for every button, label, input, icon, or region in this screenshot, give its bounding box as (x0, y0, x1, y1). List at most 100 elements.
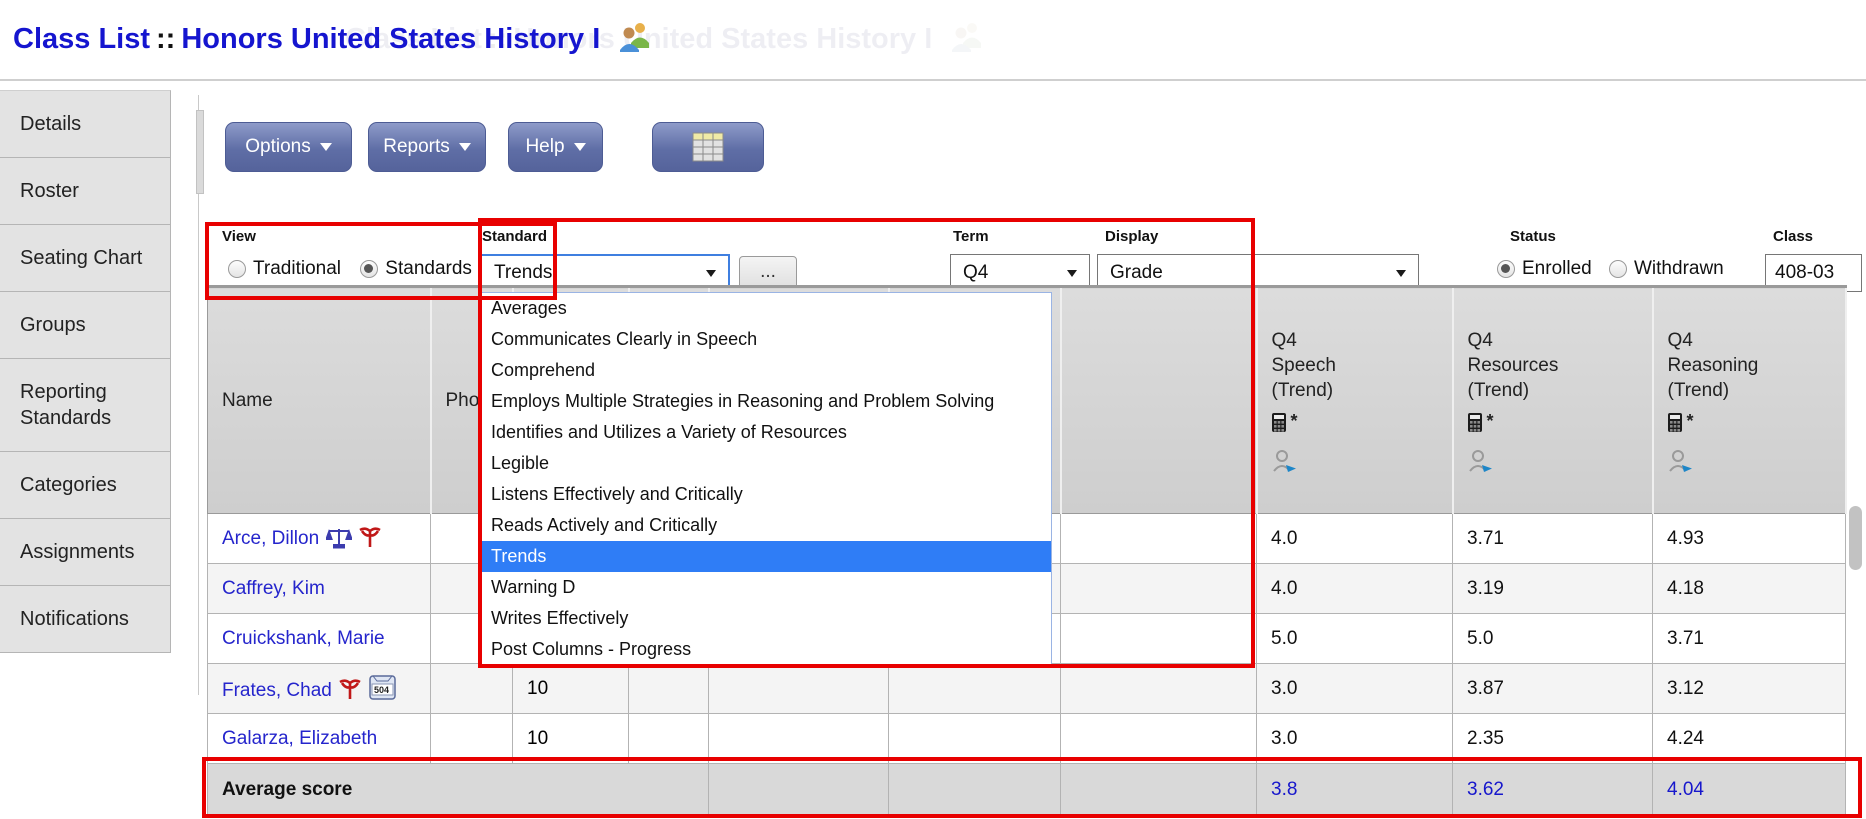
column-header-q4-reasoning[interactable]: Q4 Reasoning (Trend) * (1653, 287, 1846, 514)
speech-score-cell[interactable]: 5.0 (1257, 614, 1453, 664)
panel-scrollbar[interactable] (196, 110, 204, 194)
reasoning-score-cell[interactable]: 4.93 (1653, 514, 1846, 564)
speech-score-cell[interactable]: 3.0 (1257, 714, 1453, 764)
student-link[interactable]: Caffrey, Kim (222, 578, 325, 599)
calculated-asterisk: * (1487, 411, 1494, 431)
status-label: Status (1510, 228, 1556, 245)
speech-score-cell[interactable]: 4.0 (1257, 514, 1453, 564)
help-button[interactable]: Help (508, 122, 603, 172)
sidebar-item-details[interactable]: Details (0, 90, 171, 158)
calculator-icon (1668, 413, 1684, 433)
student-alert-icons (319, 528, 381, 549)
column-header-name[interactable]: Name (208, 287, 431, 514)
resources-score-cell[interactable]: 3.19 (1453, 564, 1653, 614)
header-line: Speech (1272, 353, 1452, 378)
calculator-icon (1468, 413, 1484, 433)
chevron-down-icon (459, 143, 471, 151)
scales-icon[interactable] (326, 527, 352, 549)
dropdown-option[interactable]: Warning D (482, 572, 1051, 603)
medical-alert-icon[interactable] (359, 527, 381, 549)
header-line: Resources (1468, 353, 1652, 378)
page-title-class: Honors United States History I (181, 23, 600, 55)
student-link[interactable]: Frates, Chad (222, 680, 332, 701)
sidebar-item-label: Details (20, 113, 81, 135)
dropdown-option[interactable]: Communicates Clearly in Speech (482, 324, 1051, 355)
student-detail-icon[interactable] (1668, 448, 1694, 474)
student-detail-icon[interactable] (1272, 448, 1298, 474)
sidebar-item-assignments[interactable]: Assignments (0, 519, 171, 586)
resources-score-cell[interactable]: 3.87 (1453, 664, 1653, 714)
header-icons: * (1668, 409, 1845, 474)
view-standards-radio[interactable] (360, 260, 378, 278)
student-link[interactable]: Arce, Dillon (222, 528, 319, 549)
display-select-value: Grade (1110, 262, 1396, 284)
sidebar-item-label: Groups (20, 314, 86, 336)
display-label: Display (1105, 228, 1158, 245)
class-select-value: 408-03 (1775, 262, 1849, 284)
header-line: Q4 (1468, 328, 1652, 353)
class-label: Class (1773, 228, 1813, 245)
sidebar-item-seating-chart[interactable]: Seating Chart (0, 225, 171, 292)
header-icons: * (1272, 409, 1452, 474)
table-row: Galarza, Elizabeth 10 3.0 2.35 4.24 (208, 714, 1846, 764)
vertical-scrollbar-thumb[interactable] (1849, 506, 1862, 570)
resources-score-cell[interactable]: 3.71 (1453, 514, 1653, 564)
column-header-q4-speech[interactable]: Q4 Speech (Trend) * (1257, 287, 1453, 514)
dropdown-option[interactable]: Writes Effectively (482, 603, 1051, 634)
speech-score-cell[interactable]: 4.0 (1257, 564, 1453, 614)
status-withdrawn-radio[interactable] (1609, 260, 1627, 278)
page-title-app: Class List (13, 23, 150, 55)
status-radio-group: Enrolled Withdrawn (1497, 258, 1728, 280)
dropdown-option[interactable]: Reads Actively and Critically (482, 510, 1051, 541)
speech-score-cell[interactable]: 3.0 (1257, 664, 1453, 714)
student-link[interactable]: Cruickshank, Marie (222, 628, 385, 649)
empty-cell (629, 664, 709, 714)
dropdown-option[interactable]: Post Columns - Progress (482, 634, 1051, 665)
dropdown-option[interactable]: Averages (482, 293, 1051, 324)
chevron-down-icon (574, 143, 586, 151)
dropdown-option[interactable]: Comprehend (482, 355, 1051, 386)
table-grid-icon (688, 130, 728, 164)
view-traditional-radio[interactable] (228, 260, 246, 278)
sidebar-item-label: Reporting Standards (20, 381, 111, 429)
sidebar-item-notifications[interactable]: Notifications (0, 586, 171, 653)
sidebar-item-label: Assignments (20, 541, 135, 563)
empty-cell (1061, 664, 1257, 714)
reasoning-score-cell[interactable]: 3.12 (1653, 664, 1846, 714)
standard-select-value: Trends (494, 262, 706, 284)
dropdown-arrow-icon (1396, 270, 1406, 277)
empty-cell (889, 764, 1061, 817)
dropdown-option-selected[interactable]: Trends (482, 541, 1051, 572)
sidebar-item-categories[interactable]: Categories (0, 452, 171, 519)
student-name-cell: Galarza, Elizabeth (208, 714, 431, 764)
dropdown-option[interactable]: Listens Effectively and Critically (482, 479, 1051, 510)
header-icons: * (1468, 409, 1652, 474)
reasoning-score-cell[interactable]: 3.71 (1653, 614, 1846, 664)
student-link[interactable]: Galarza, Elizabeth (222, 728, 377, 749)
dropdown-option[interactable]: Legible (482, 448, 1051, 479)
sidebar-item-roster[interactable]: Roster (0, 158, 171, 225)
dropdown-option[interactable]: Identifies and Utilizes a Variety of Res… (482, 417, 1051, 448)
plan-504-icon[interactable]: 504 (368, 675, 398, 701)
status-enrolled-radio[interactable] (1497, 260, 1515, 278)
empty-cell (709, 764, 889, 817)
dropdown-option[interactable]: Employs Multiple Strategies in Reasoning… (482, 386, 1051, 417)
standard-label: Standard (482, 228, 547, 245)
column-header-q4-resources[interactable]: Q4 Resources (Trend) * (1453, 287, 1653, 514)
reasoning-score-cell[interactable]: 4.18 (1653, 564, 1846, 614)
reasoning-score-cell[interactable]: 4.24 (1653, 714, 1846, 764)
student-detail-icon[interactable] (1468, 448, 1494, 474)
options-button[interactable]: Options (225, 122, 352, 172)
sidebar-item-reporting-standards[interactable]: Reporting Standards (0, 359, 171, 452)
student-name-cell: Arce, Dillon (208, 514, 431, 564)
resources-score-cell[interactable]: 5.0 (1453, 614, 1653, 664)
calculated-asterisk: * (1687, 411, 1694, 431)
resources-score-cell[interactable]: 2.35 (1453, 714, 1653, 764)
reports-button[interactable]: Reports (368, 122, 486, 172)
empty-cell (889, 664, 1061, 714)
sidebar-item-groups[interactable]: Groups (0, 292, 171, 359)
status-enrolled-label: Enrolled (1522, 258, 1592, 279)
header-line: Q4 (1272, 328, 1452, 353)
medical-alert-icon[interactable] (339, 679, 361, 701)
gradebook-grid-button[interactable] (652, 122, 764, 172)
